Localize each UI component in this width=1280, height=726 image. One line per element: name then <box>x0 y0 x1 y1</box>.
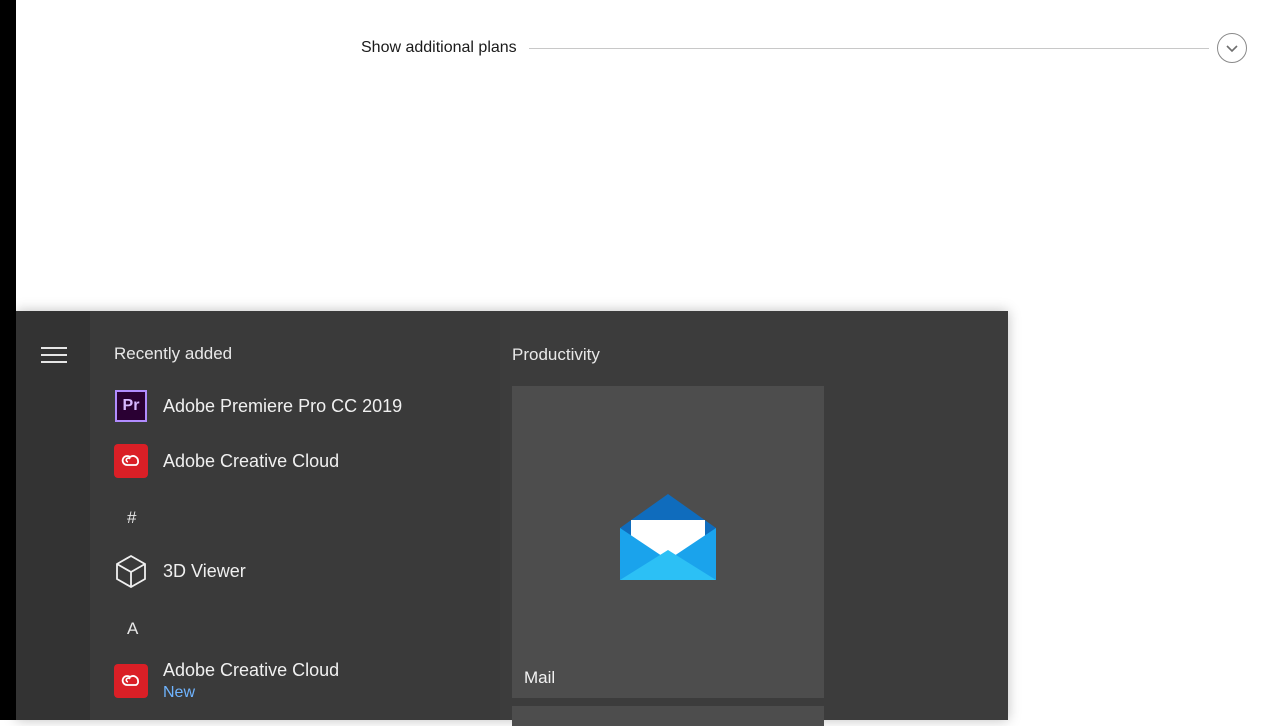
creative-cloud-icon <box>114 444 148 478</box>
app-name: 3D Viewer <box>163 560 246 581</box>
show-additional-plans-row[interactable]: Show additional plans <box>361 32 1247 64</box>
mail-tile[interactable]: Mail <box>512 386 824 698</box>
start-menu: Recently added Pr Adobe Premiere Pro CC … <box>16 311 1008 726</box>
app-item-premiere-pro[interactable]: Pr Adobe Premiere Pro CC 2019 <box>114 383 494 429</box>
chevron-down-icon[interactable] <box>1217 33 1247 63</box>
cube-icon <box>114 554 148 588</box>
premiere-pro-icon: Pr <box>114 389 148 423</box>
app-list: Recently added Pr Adobe Premiere Pro CC … <box>90 311 500 720</box>
group-letter-a[interactable]: A <box>127 619 138 639</box>
creative-cloud-icon <box>114 664 148 698</box>
hamburger-menu-icon[interactable] <box>41 347 67 365</box>
mail-envelope-icon <box>620 494 716 580</box>
mail-tile-label: Mail <box>524 668 556 687</box>
new-badge: New <box>163 684 196 701</box>
tile-partial[interactable] <box>512 706 824 726</box>
start-menu-rail <box>16 311 90 720</box>
recently-added-heading: Recently added <box>114 344 233 363</box>
tile-group-title[interactable]: Productivity <box>512 345 600 365</box>
app-name: Adobe Creative Cloud <box>163 450 340 471</box>
plans-divider-line <box>528 47 1209 49</box>
app-name: Adobe Creative Cloud <box>163 660 340 680</box>
app-item-creative-cloud[interactable]: Adobe Creative Cloud <box>114 438 494 484</box>
app-name: Adobe Premiere Pro CC 2019 <box>163 395 403 416</box>
app-item-3d-viewer[interactable]: 3D Viewer <box>114 548 494 594</box>
app-item-creative-cloud-new[interactable]: Adobe Creative Cloud New <box>114 655 494 707</box>
group-letter-hash[interactable]: # <box>127 508 136 528</box>
tiles-area: Productivity Mail <box>500 311 1008 726</box>
show-additional-plans-label[interactable]: Show additional plans <box>361 39 529 57</box>
left-window-edge <box>0 0 16 720</box>
